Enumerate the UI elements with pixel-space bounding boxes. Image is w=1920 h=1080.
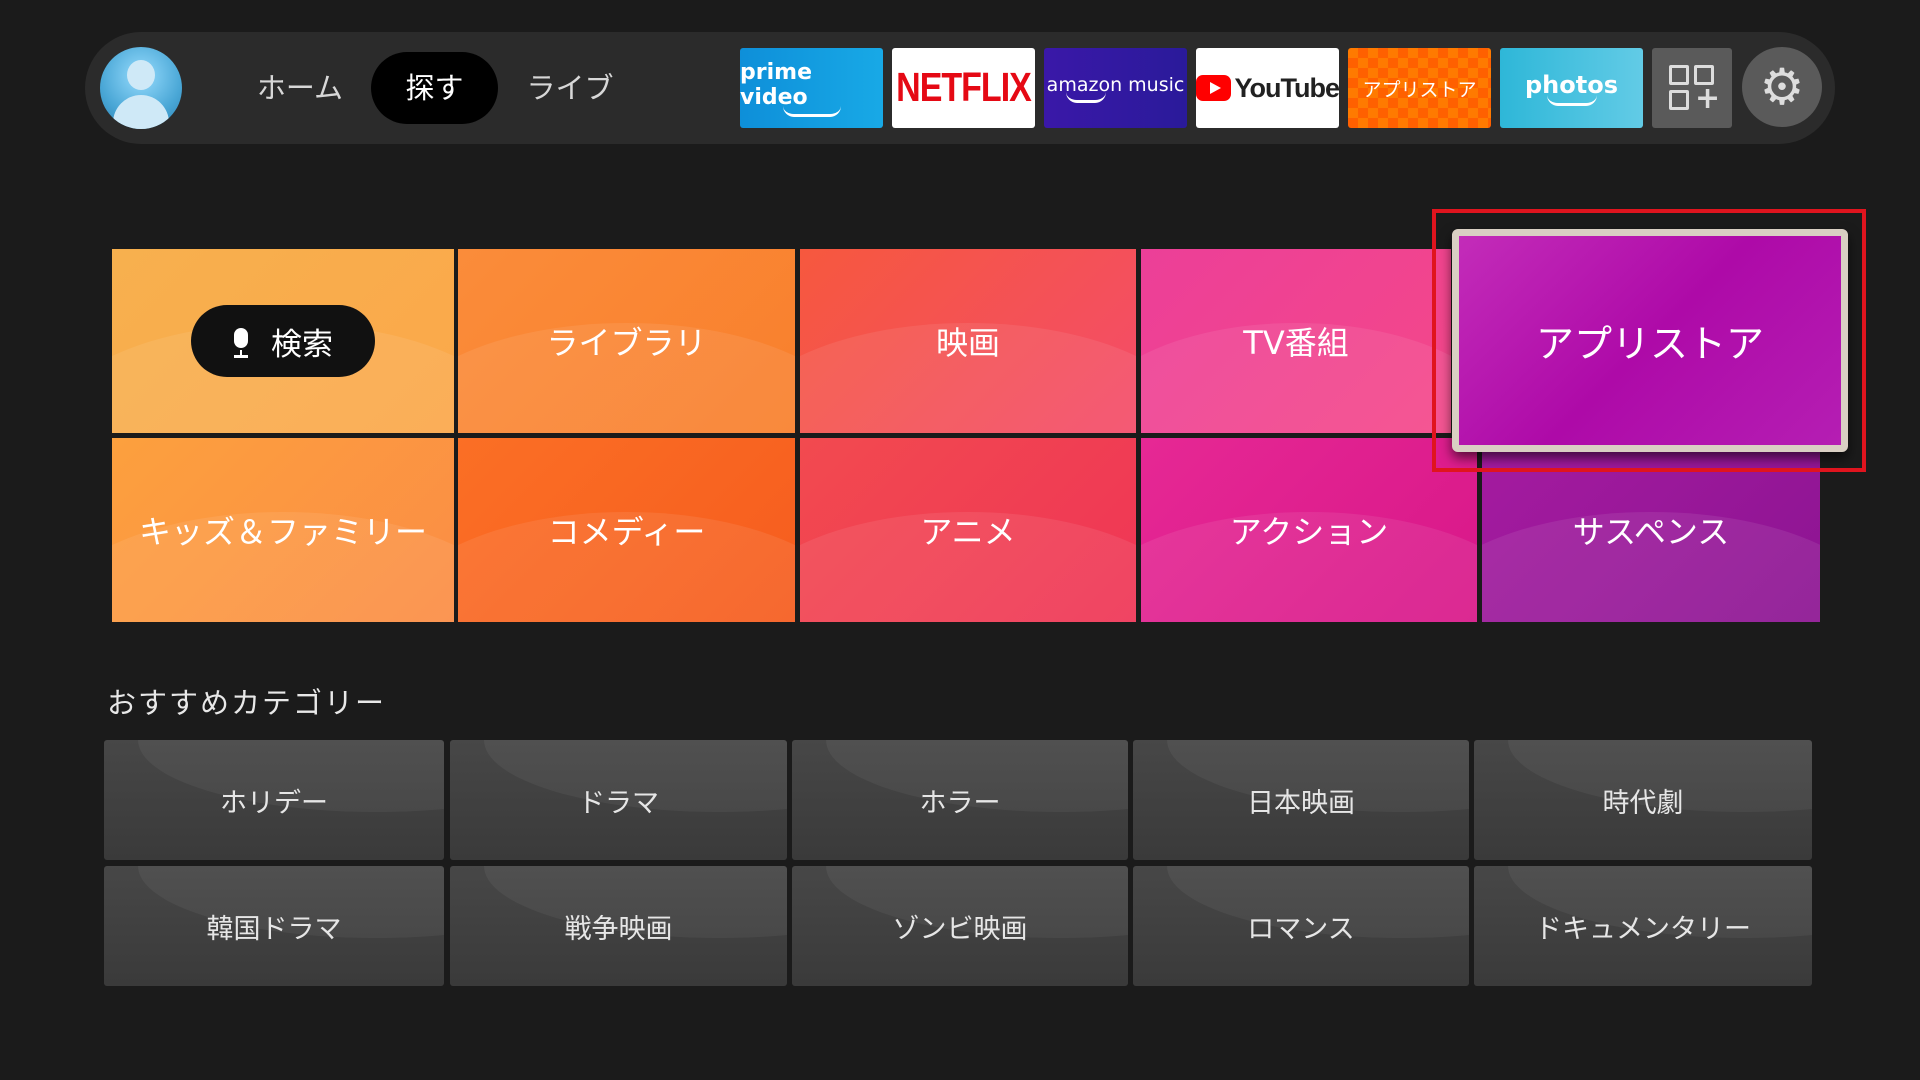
nav-live[interactable]: ライブ: [505, 52, 635, 124]
app-prime-video[interactable]: prime video: [740, 48, 883, 128]
rec-tile-documentary[interactable]: ドキュメンタリー: [1474, 866, 1812, 986]
kids-family-label: キッズ＆ファミリー: [138, 513, 427, 551]
tv-label: TV番組: [1243, 324, 1349, 362]
top-navigation-bar: ホーム 探す ライブ prime video NETFLIX amazon mu…: [85, 32, 1835, 144]
rec-tile-romance[interactable]: ロマンス: [1133, 866, 1469, 986]
prime-smile-icon: [782, 106, 841, 117]
search-pill[interactable]: 検索: [191, 305, 375, 377]
tile-movies[interactable]: 映画: [800, 249, 1136, 433]
selection-highlight-box: [1432, 209, 1866, 472]
rec-label: ゾンビ映画: [892, 913, 1028, 945]
photos-smile-icon: [1546, 95, 1597, 106]
rec-label: ホラー: [919, 787, 1001, 819]
avatar-body: [113, 95, 169, 129]
tile-search[interactable]: 検索: [112, 249, 454, 433]
tile-comedy[interactable]: コメディー: [458, 438, 795, 622]
youtube-logo: YouTube: [1234, 72, 1339, 103]
app-appstore[interactable]: アプリストア: [1348, 48, 1491, 128]
app-netflix[interactable]: NETFLIX: [892, 48, 1035, 128]
prime-video-logo: prime video: [740, 59, 812, 110]
nav-search[interactable]: 探す: [371, 52, 498, 124]
library-label: ライブラリ: [546, 324, 707, 362]
rec-tile-period-drama[interactable]: 時代劇: [1474, 740, 1812, 860]
app-amazon-photos[interactable]: photos: [1500, 48, 1643, 128]
netflix-logo: NETFLIX: [896, 64, 1032, 111]
app-amazon-music[interactable]: amazon music: [1044, 48, 1187, 128]
tile-action[interactable]: アクション: [1141, 438, 1477, 622]
avatar-head: [127, 60, 155, 90]
rec-label: 時代劇: [1602, 787, 1684, 819]
rec-tile-korean-drama[interactable]: 韓国ドラマ: [104, 866, 444, 986]
rec-label: ドキュメンタリー: [1535, 913, 1751, 945]
rec-tile-horror[interactable]: ホラー: [792, 740, 1128, 860]
rec-label: 韓国ドラマ: [206, 913, 342, 945]
search-label: 検索: [271, 326, 333, 363]
anime-label: アニメ: [920, 513, 1016, 551]
music-smile-icon: [1065, 92, 1106, 103]
tile-kids-family[interactable]: キッズ＆ファミリー: [112, 438, 454, 622]
rec-label: ホリデー: [220, 787, 328, 819]
action-label: アクション: [1229, 513, 1389, 551]
rec-tile-holiday[interactable]: ホリデー: [104, 740, 444, 860]
rec-tile-war-movies[interactable]: 戦争映画: [450, 866, 787, 986]
tile-tv[interactable]: TV番組: [1141, 249, 1451, 433]
rec-label: 戦争映画: [564, 913, 673, 945]
tile-library[interactable]: ライブラリ: [458, 249, 795, 433]
rec-tile-japanese-movies[interactable]: 日本映画: [1133, 740, 1469, 860]
nav-home[interactable]: ホーム: [235, 52, 365, 124]
profile-avatar[interactable]: [100, 47, 182, 129]
settings-gear-icon[interactable]: ⚙: [1742, 47, 1822, 127]
youtube-play-icon: [1196, 75, 1231, 101]
suspense-label: サスペンス: [1572, 513, 1730, 551]
rec-label: ロマンス: [1247, 913, 1355, 945]
rec-tile-drama[interactable]: ドラマ: [450, 740, 787, 860]
all-apps-button[interactable]: +: [1652, 48, 1732, 128]
app-youtube[interactable]: YouTube: [1196, 48, 1339, 128]
microphone-icon: [233, 328, 249, 358]
recommended-section-title: おすすめカテゴリー: [107, 686, 387, 720]
apps-grid-icon: +: [1669, 65, 1720, 114]
comedy-label: コメディー: [547, 513, 706, 551]
rec-label: 日本映画: [1247, 787, 1355, 819]
appstore-logo: アプリストア: [1362, 78, 1477, 101]
movies-label: 映画: [935, 324, 1000, 362]
rec-tile-zombie-movies[interactable]: ゾンビ映画: [792, 866, 1128, 986]
tile-anime[interactable]: アニメ: [800, 438, 1136, 622]
rec-label: ドラマ: [578, 787, 659, 819]
